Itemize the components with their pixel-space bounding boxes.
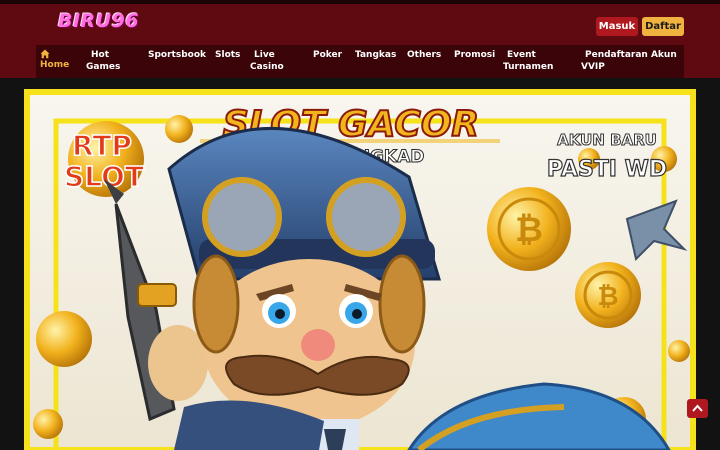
nav-item-label: Sportsbook — [148, 50, 206, 60]
nav-item-event-turnamen[interactable]: Event Turnamen — [503, 49, 553, 73]
nav-item-hot-games[interactable]: Hot Games — [86, 49, 120, 73]
nav-item-slots[interactable]: Slots — [215, 49, 240, 61]
nav-item-poker[interactable]: Poker — [313, 49, 342, 61]
site-logo[interactable]: BIRU96 — [58, 10, 139, 32]
promo-banner[interactable]: ₿ ₿ SLOT GACOR ANTI RUNGKAD RTP SLOT AKU… — [24, 89, 696, 450]
nav-item-label: Live — [254, 50, 275, 60]
nav-item-home[interactable]: Home — [40, 49, 69, 71]
nav-item-live-casino[interactable]: Live Casino — [250, 49, 284, 73]
svg-text:₿: ₿ — [515, 210, 543, 250]
nav-item-tangkas[interactable]: Tangkas — [355, 49, 396, 61]
scroll-to-top-button[interactable] — [687, 399, 708, 418]
home-icon — [40, 49, 50, 59]
nav-item-label: Turnamen — [503, 62, 554, 72]
nav-item-label: Slots — [215, 50, 241, 60]
akun-baru-text: AKUN BARU — [557, 131, 657, 149]
main-nav: Home Hot Games Sportsbook Slots Live Cas… — [36, 45, 684, 78]
register-button[interactable]: Daftar — [642, 17, 684, 36]
nav-item-sportsbook[interactable]: Sportsbook — [148, 49, 206, 61]
login-button[interactable]: Masuk — [596, 17, 638, 36]
nav-item-pendaftaran-vvip[interactable]: Pendaftaran Akun VVIP — [581, 49, 677, 73]
slot-text: SLOT — [64, 160, 144, 193]
nav-item-label: Casino — [250, 62, 284, 72]
chevron-up-icon — [692, 404, 703, 412]
nav-item-label: Tangkas — [355, 50, 397, 60]
nav-item-label: Poker — [313, 50, 343, 60]
pasti-wd-text: PASTI WD — [547, 157, 667, 182]
nav-item-label: Promosi — [454, 50, 496, 60]
nav-item-label: Others — [407, 50, 442, 60]
promo-banner-art: ₿ ₿ SLOT GACOR ANTI RUNGKAD RTP SLOT AKU… — [24, 89, 696, 450]
nav-item-promosi[interactable]: Promosi — [454, 49, 495, 61]
nav-item-label: Pendaftaran Akun — [585, 50, 677, 60]
nav-item-label: VVIP — [581, 62, 605, 72]
rtp-text: RTP — [72, 129, 132, 162]
nav-item-label: Games — [86, 62, 121, 72]
nav-item-label: Home — [40, 60, 70, 70]
nav-item-label: Event — [507, 50, 536, 60]
nav-item-label: Hot — [91, 50, 110, 60]
nav-item-others[interactable]: Others — [407, 49, 441, 61]
svg-text:₿: ₿ — [597, 282, 618, 312]
